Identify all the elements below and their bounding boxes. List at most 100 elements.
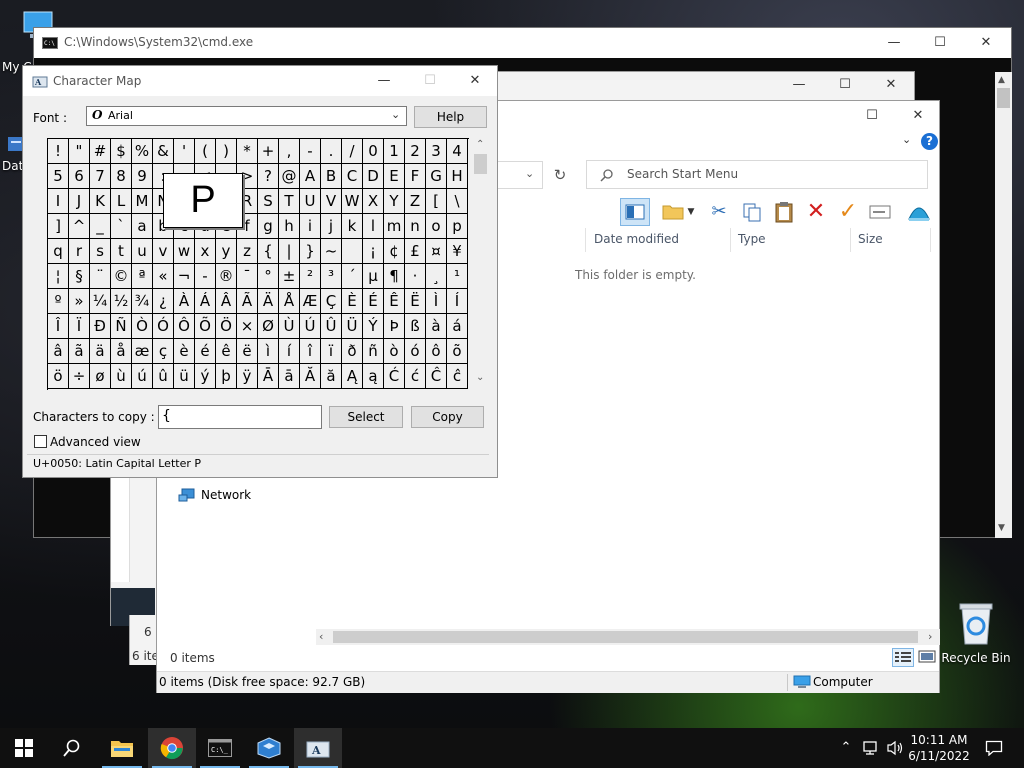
address-bar-tail[interactable]: ⌄ [497,161,543,189]
character-cell[interactable]: ¬ [174,264,195,289]
scroll-thumb[interactable] [333,631,918,643]
characters-to-copy-input[interactable]: { [158,405,322,429]
taskbar-character-map[interactable]: A [294,728,342,768]
help-icon[interactable]: ? [921,133,938,150]
cmd-titlebar[interactable]: C:\ C:\Windows\System32\cmd.exe — ☐ ✕ [34,28,1011,58]
column-separator[interactable] [730,228,731,252]
character-cell[interactable]: C [342,164,363,189]
maximize-button[interactable]: ☐ [822,72,868,98]
character-cell[interactable]: ô [426,339,447,364]
character-cell[interactable]: ÷ [69,364,90,389]
character-cell[interactable]: ¢ [384,239,405,264]
character-cell[interactable]: M [132,189,153,214]
notification-center-button[interactable] [978,728,1010,768]
character-cell[interactable]: É [363,289,384,314]
character-cell[interactable]: ă [321,364,342,389]
scroll-left-arrow[interactable]: ‹ [319,630,323,643]
character-cell[interactable]: ¨ [90,264,111,289]
grid-scrollbar[interactable]: ⌃ ⌄ [472,138,489,389]
character-cell[interactable]: ý [195,364,216,389]
character-cell[interactable]: ` [111,214,132,239]
character-cell[interactable]: Ó [153,314,174,339]
font-select[interactable]: O Arial ⌄ [86,106,407,126]
close-button[interactable]: ✕ [452,66,498,96]
character-cell[interactable]: ¯ [237,264,258,289]
character-cell[interactable]: ¸ [426,264,447,289]
minimize-button[interactable]: — [776,72,822,98]
character-cell[interactable]: ¥ [447,239,468,264]
character-cell[interactable]: n [405,214,426,239]
shell-icon[interactable] [904,198,934,226]
character-cell[interactable]: Ý [363,314,384,339]
cmd-scrollbar[interactable]: ▲ ▼ [995,72,1012,538]
character-cell[interactable]: ¤ [426,239,447,264]
character-cell[interactable]: ² [300,264,321,289]
character-cell[interactable]: l [363,214,384,239]
column-header-date-modified[interactable]: Date modified [594,232,679,246]
desktop-icon-recycle-bin[interactable]: Recycle Bin [940,600,1012,665]
character-cell[interactable]: ç [153,339,174,364]
character-cell[interactable]: Ä [258,289,279,314]
character-cell[interactable]: þ [216,364,237,389]
character-cell[interactable]: Ć [384,364,405,389]
character-cell[interactable]: ò [384,339,405,364]
character-cell[interactable]: Í [447,289,468,314]
character-cell[interactable]: 3 [426,139,447,164]
select-button[interactable]: Select [329,406,403,428]
character-cell[interactable]: s [90,239,111,264]
character-cell[interactable]: ' [174,139,195,164]
character-cell[interactable] [342,239,363,264]
character-cell[interactable]: Ø [258,314,279,339]
character-cell[interactable]: I [48,189,69,214]
character-cell[interactable]: ] [48,214,69,239]
character-cell[interactable]: µ [363,264,384,289]
details-view-button[interactable] [892,648,914,667]
character-cell[interactable]: â [48,339,69,364]
character-cell[interactable]: « [153,264,174,289]
paste-icon[interactable] [769,198,799,226]
character-cell[interactable]: Z [405,189,426,214]
character-cell[interactable]: í [279,339,300,364]
character-cell[interactable]: 1 [384,139,405,164]
character-cell[interactable]: v [153,239,174,264]
close-button[interactable]: ✕ [868,72,914,98]
character-cell[interactable]: ¹ [447,264,468,289]
refresh-icon[interactable]: ↻ [545,161,575,189]
scroll-up-arrow[interactable]: ▲ [998,75,1005,85]
character-cell[interactable]: ã [69,339,90,364]
horizontal-scrollbar[interactable]: ‹ › [316,629,940,645]
character-cell[interactable]: J [69,189,90,214]
character-cell[interactable]: Æ [300,289,321,314]
scroll-thumb[interactable] [474,154,487,174]
character-cell[interactable]: ë [237,339,258,364]
character-cell[interactable]: Ã [237,289,258,314]
character-cell[interactable]: Ü [342,314,363,339]
character-cell[interactable]: T [279,189,300,214]
cut-icon[interactable]: ✂ [704,198,734,226]
character-cell[interactable]: Ò [132,314,153,339]
character-cell[interactable]: ) [216,139,237,164]
character-cell[interactable]: Ą [342,364,363,389]
character-cell[interactable]: G [426,164,447,189]
character-cell[interactable]: S [258,189,279,214]
character-cell[interactable]: ? [258,164,279,189]
character-cell[interactable]: 8 [111,164,132,189]
character-cell[interactable]: @ [279,164,300,189]
clock[interactable]: 10:11 AM 6/11/2022 [906,728,972,768]
chevron-down-icon[interactable]: ⌄ [391,108,400,121]
maximize-button[interactable]: ☐ [849,101,895,131]
column-separator[interactable] [930,228,931,252]
character-cell[interactable]: ð [342,339,363,364]
character-cell[interactable]: £ [405,239,426,264]
character-cell[interactable]: ± [279,264,300,289]
character-cell[interactable]: Ă [300,364,321,389]
scroll-right-arrow[interactable]: › [928,630,932,643]
character-cell[interactable]: È [342,289,363,314]
character-cell[interactable]: z [237,239,258,264]
character-cell[interactable]: 6 [69,164,90,189]
character-cell[interactable]: ñ [363,339,384,364]
character-cell[interactable]: À [174,289,195,314]
character-cell[interactable]: V [321,189,342,214]
character-cell[interactable]: 5 [48,164,69,189]
character-cell[interactable]: ö [48,364,69,389]
